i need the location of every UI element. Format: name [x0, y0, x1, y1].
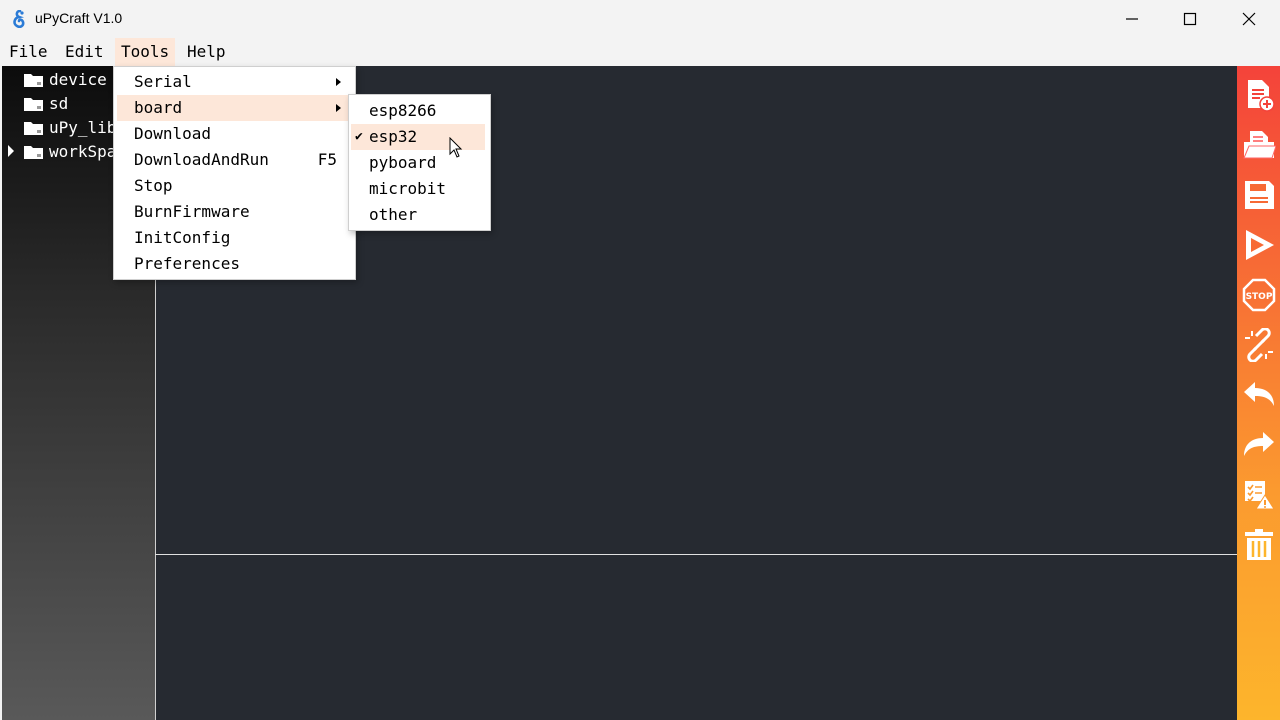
board-option-other[interactable]: other — [349, 202, 490, 228]
tree-item-upy-lib[interactable]: uPy_lib — [24, 115, 116, 139]
menu-item-stop[interactable]: Stop — [114, 173, 355, 199]
menu-edit[interactable]: Edit — [59, 38, 110, 66]
undo-icon — [1244, 382, 1274, 406]
tree-item-label: device — [49, 69, 107, 89]
tree-item-sd[interactable]: sd — [24, 91, 68, 115]
terminal-console[interactable] — [155, 555, 1238, 720]
redo-button[interactable] — [1241, 426, 1277, 464]
tree-item-label: sd — [49, 93, 69, 113]
upycraft-logo-icon — [13, 10, 25, 28]
menu-item-download[interactable]: Download — [114, 121, 355, 147]
redo-icon — [1244, 432, 1274, 456]
board-option-esp8266[interactable]: esp8266 — [349, 98, 490, 124]
submenu-arrow-icon — [336, 104, 341, 112]
menu-item-burn-firmware[interactable]: BurnFirmware — [114, 199, 355, 225]
checkmark-icon: ✔ — [355, 129, 363, 144]
menu-bar: File Edit Tools Help — [0, 38, 1280, 66]
menu-file[interactable]: File — [3, 38, 54, 66]
menu-item-download-and-run[interactable]: DownloadAndRun F5 — [114, 147, 355, 173]
save-icon — [1245, 181, 1274, 209]
window-title: uPyCraft V1.0 — [35, 10, 123, 26]
minimize-icon — [1126, 18, 1138, 20]
stop-button[interactable]: STOP — [1241, 276, 1277, 314]
minimize-button[interactable] — [1103, 0, 1161, 38]
stop-icon: STOP — [1242, 278, 1276, 312]
svg-text:STOP: STOP — [1246, 292, 1273, 302]
syntax-check-icon — [1245, 481, 1275, 510]
undo-button[interactable] — [1241, 376, 1277, 414]
save-button[interactable] — [1241, 176, 1277, 214]
folder-icon — [24, 120, 43, 135]
mouse-cursor-icon — [449, 137, 463, 158]
maximize-icon — [1183, 12, 1197, 26]
run-icon — [1246, 230, 1274, 260]
open-file-icon — [1243, 131, 1276, 159]
menu-item-preferences[interactable]: Preferences — [114, 251, 355, 277]
title-bar: uPyCraft V1.0 — [0, 0, 1280, 38]
folder-icon — [24, 72, 43, 87]
board-option-esp32[interactable]: ✔ esp32 — [351, 124, 485, 150]
close-button[interactable] — [1220, 0, 1278, 38]
tools-menu: Serial board Download DownloadAndRun F5 … — [113, 66, 356, 280]
run-button[interactable] — [1241, 226, 1277, 264]
board-submenu: esp8266 ✔ esp32 pyboard microbit other — [348, 94, 491, 231]
connect-button[interactable] — [1241, 326, 1277, 364]
open-file-button[interactable] — [1241, 126, 1277, 164]
shortcut-label: F5 — [317, 150, 337, 169]
folder-icon — [24, 144, 43, 159]
right-toolbar: STOP — [1237, 66, 1280, 720]
clear-button[interactable] — [1241, 526, 1277, 564]
expand-arrow-icon[interactable] — [8, 145, 14, 157]
tree-item-device[interactable]: device — [24, 67, 107, 91]
tree-item-label: uPy_lib — [49, 117, 117, 137]
submenu-arrow-icon — [336, 78, 341, 86]
board-option-pyboard[interactable]: pyboard — [349, 150, 490, 176]
menu-tools[interactable]: Tools — [115, 38, 176, 66]
board-option-microbit[interactable]: microbit — [349, 176, 490, 202]
menu-help[interactable]: Help — [181, 38, 232, 66]
connect-icon — [1245, 328, 1273, 362]
menu-item-serial[interactable]: Serial — [114, 69, 355, 95]
new-file-button[interactable] — [1241, 76, 1277, 114]
new-file-icon — [1248, 80, 1275, 112]
folder-icon — [24, 96, 43, 111]
maximize-button[interactable] — [1161, 0, 1219, 38]
menu-item-init-config[interactable]: InitConfig — [114, 225, 355, 251]
menu-item-board[interactable]: board — [117, 95, 349, 121]
close-icon — [1242, 12, 1256, 26]
clear-icon — [1245, 529, 1273, 560]
syntax-check-button[interactable] — [1241, 476, 1277, 514]
